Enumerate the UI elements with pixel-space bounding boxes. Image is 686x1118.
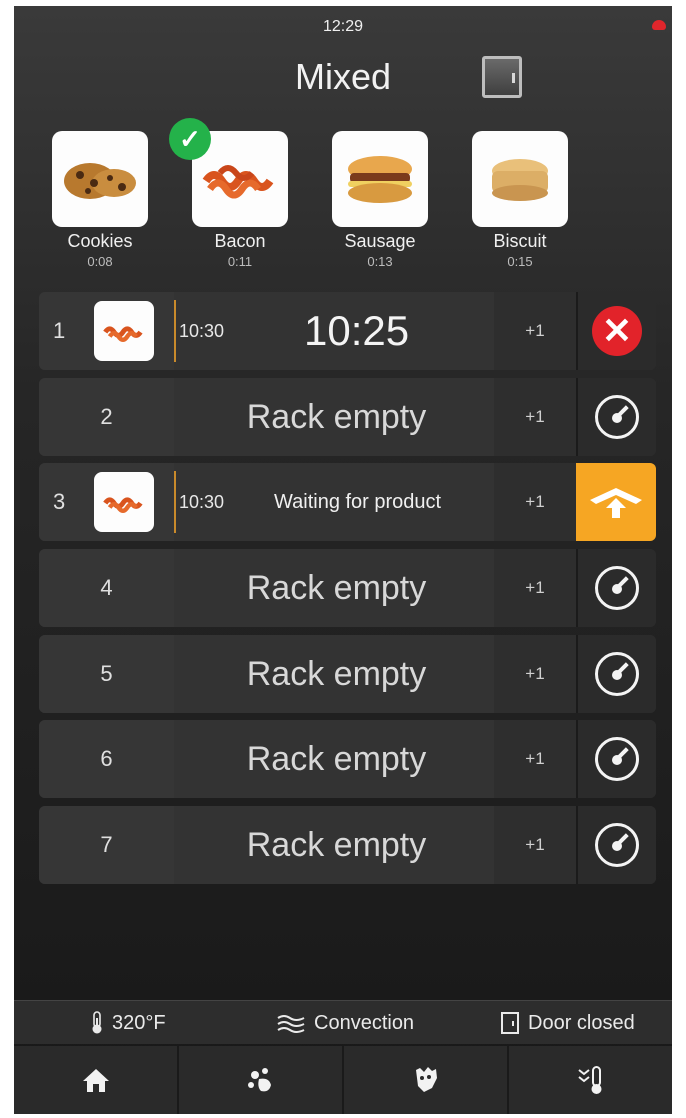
- nav-cool-down-button[interactable]: [509, 1046, 672, 1114]
- product-name: Sausage: [344, 231, 416, 251]
- nav-hand-wash-button[interactable]: [344, 1046, 509, 1114]
- door-status-label: Door closed: [528, 1011, 635, 1034]
- add-minute-button[interactable]: +1: [494, 463, 576, 541]
- rack-number: 6: [39, 720, 174, 798]
- product-biscuit[interactable]: Biscuit 0:15: [470, 131, 570, 269]
- clean-icon: [247, 1068, 271, 1092]
- rack-status: Rack empty: [246, 568, 427, 607]
- door-status: Door closed: [500, 1001, 635, 1045]
- oven-screen: 12:29 Mixed ✓ Cookies 0:08 Bacon 0:11 Sa…: [14, 6, 672, 1114]
- cookies-image-icon: [52, 131, 148, 227]
- progress-divider: [174, 471, 176, 533]
- cancel-icon: ✕: [592, 306, 642, 356]
- rack-status: Rack empty: [246, 825, 427, 864]
- timer-button[interactable]: [576, 806, 656, 884]
- rack-set-time: 10:30: [179, 321, 225, 341]
- cancel-button[interactable]: ✕: [576, 292, 656, 370]
- rack-countdown: 10:25: [304, 307, 410, 354]
- rack-status: Rack empty: [246, 654, 427, 693]
- cooking-mode-label: Convection: [314, 1011, 415, 1034]
- hand-wash-icon: [415, 1067, 437, 1092]
- product-name: Cookies: [67, 231, 133, 251]
- rack-row-5[interactable]: 5 Rack empty +1: [39, 635, 656, 713]
- add-minute-button[interactable]: +1: [494, 549, 576, 627]
- clock: 12:29: [322, 18, 364, 35]
- product-name: Bacon: [214, 231, 266, 251]
- rack-row-4[interactable]: 4 Rack empty +1: [39, 549, 656, 627]
- unload-icon: [590, 488, 642, 518]
- rack-status: Waiting for product: [274, 490, 442, 513]
- timer-button[interactable]: [576, 720, 656, 798]
- bacon-image-icon: [94, 472, 154, 532]
- selected-check-icon: ✓: [169, 118, 211, 160]
- sausage-sandwich-image-icon: [332, 131, 428, 227]
- timer-button[interactable]: [576, 635, 656, 713]
- bacon-image-icon: [94, 301, 154, 361]
- product-time: 0:15: [507, 254, 533, 269]
- timer-icon: [595, 737, 639, 781]
- timer-icon: [595, 652, 639, 696]
- product-name: Biscuit: [493, 231, 547, 251]
- rack-number: 5: [39, 635, 174, 713]
- add-minute-button[interactable]: +1: [494, 806, 576, 884]
- thermometer-icon: [92, 1011, 102, 1034]
- door-icon: [501, 1012, 519, 1034]
- convection-icon: [277, 1015, 305, 1033]
- unload-button[interactable]: [576, 463, 656, 541]
- progress-divider: [174, 300, 176, 362]
- cooking-mode-status: Convection: [276, 1001, 414, 1045]
- home-icon: [82, 1069, 109, 1092]
- timer-button[interactable]: [576, 549, 656, 627]
- cool-down-icon: [577, 1066, 601, 1094]
- rack-number: 7: [39, 806, 174, 884]
- temperature-value: 320°F: [112, 1011, 166, 1034]
- timer-button[interactable]: [576, 378, 656, 456]
- rack-number: 2: [39, 378, 174, 456]
- product-cookies[interactable]: Cookies 0:08: [50, 131, 150, 269]
- temperature-status: 320°F: [90, 1001, 166, 1045]
- biscuit-image-icon: [472, 131, 568, 227]
- rack-row-2[interactable]: 2 Rack empty +1: [39, 378, 656, 456]
- add-minute-button[interactable]: +1: [494, 292, 576, 370]
- add-minute-button[interactable]: +1: [494, 635, 576, 713]
- rack-row-7[interactable]: 7 Rack empty +1: [39, 806, 656, 884]
- rack-status: Rack empty: [246, 397, 427, 436]
- timer-icon: [595, 395, 639, 439]
- product-list: ✓ Cookies 0:08 Bacon 0:11 Sausage 0:13 B…: [14, 118, 672, 281]
- rack-row-6[interactable]: 6 Rack empty +1: [39, 720, 656, 798]
- product-time: 0:11: [227, 254, 253, 269]
- product-sausage[interactable]: Sausage 0:13: [330, 131, 430, 269]
- rack-row-1[interactable]: 1 10:30 10:25 +1 ✕: [39, 292, 656, 370]
- bottom-nav: [14, 1046, 672, 1114]
- page-title: Mixed: [294, 56, 392, 97]
- timer-icon: [595, 823, 639, 867]
- rack-number: 4: [39, 549, 174, 627]
- rack-status: Rack empty: [246, 739, 427, 778]
- rack-set-time: 10:30: [179, 492, 225, 512]
- product-time: 0:08: [87, 254, 113, 269]
- rack-row-3[interactable]: 3 10:30 Waiting for product +1: [39, 463, 656, 541]
- add-minute-button[interactable]: +1: [494, 378, 576, 456]
- add-minute-button[interactable]: +1: [494, 720, 576, 798]
- oven-door-icon[interactable]: [482, 56, 522, 98]
- status-bar: 320°F Convection Door closed: [14, 1000, 672, 1044]
- nav-home-button[interactable]: [14, 1046, 179, 1114]
- timer-icon: [595, 566, 639, 610]
- alert-indicator-icon[interactable]: [652, 20, 666, 30]
- product-time: 0:13: [367, 254, 393, 269]
- nav-clean-button[interactable]: [179, 1046, 344, 1114]
